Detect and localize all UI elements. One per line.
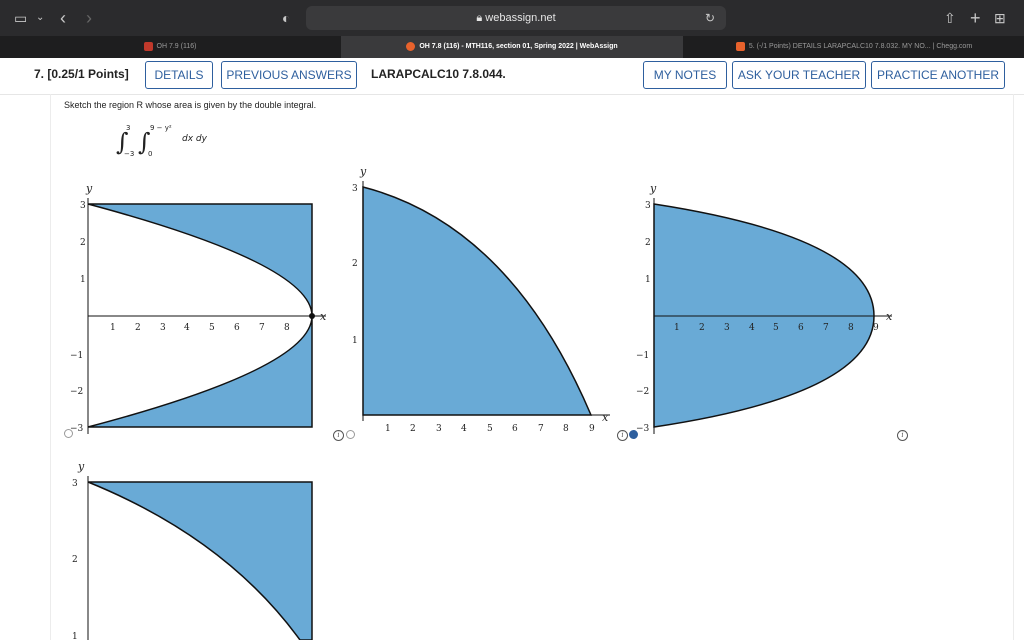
- svg-text:3: 3: [80, 201, 86, 211]
- svg-text:7: 7: [823, 323, 829, 333]
- svg-text:7: 7: [538, 424, 544, 434]
- svg-text:y: y: [649, 182, 657, 195]
- back-icon[interactable]: ‹: [60, 0, 66, 36]
- svg-text:1: 1: [110, 323, 116, 333]
- tab-chegg[interactable]: 5. (-/1 Points) DETAILS LARAPCALC10 7.8.…: [684, 36, 1024, 58]
- svg-text:1: 1: [645, 275, 651, 285]
- reload-icon[interactable]: ↻: [705, 0, 715, 36]
- svg-text:2: 2: [645, 238, 651, 248]
- question-id: LARAPCALC10 7.8.044.: [371, 67, 506, 81]
- svg-text:4: 4: [184, 323, 190, 333]
- svg-text:9: 9: [873, 323, 879, 333]
- address-text: webassign.net: [485, 12, 556, 24]
- svg-text:x: x: [886, 310, 893, 323]
- svg-text:3: 3: [645, 201, 651, 211]
- svg-text:6: 6: [798, 323, 804, 333]
- svg-text:−2: −2: [70, 387, 83, 397]
- svg-text:−1: −1: [636, 351, 649, 361]
- svg-text:5: 5: [487, 424, 493, 434]
- tab-label: 5. (-/1 Points) DETAILS LARAPCALC10 7.8.…: [748, 43, 973, 50]
- favicon-icon: [406, 41, 416, 51]
- graph-option-1[interactable]: y x 1 2 3 4 5 6 7 8 3 2 1 −1 −2 −3: [66, 178, 328, 434]
- lock-icon: 🔒︎: [476, 12, 483, 24]
- favicon-icon: [143, 41, 153, 51]
- svg-text:3: 3: [352, 184, 358, 194]
- svg-text:y: y: [359, 165, 367, 178]
- svg-text:3: 3: [160, 323, 166, 333]
- practice-another-button[interactable]: PRACTICE ANOTHER: [871, 61, 1005, 89]
- svg-text:1: 1: [72, 632, 78, 640]
- info-icon[interactable]: i: [897, 430, 908, 441]
- svg-text:2: 2: [72, 555, 78, 565]
- info-icon[interactable]: i: [617, 430, 628, 441]
- svg-text:4: 4: [461, 424, 467, 434]
- tab-oh78[interactable]: OH 7.8 (116) - MTH116, section 01, Sprin…: [341, 36, 683, 58]
- sidebar-icon[interactable]: ▭: [14, 0, 27, 36]
- question-number: 7. [0.25/1 Points]: [34, 67, 129, 81]
- svg-text:3: 3: [436, 424, 442, 434]
- svg-text:9: 9: [589, 424, 595, 434]
- chevron-down-icon[interactable]: ⌄: [36, 0, 44, 36]
- svg-text:1: 1: [385, 424, 391, 434]
- svg-text:x: x: [602, 411, 609, 424]
- question-header: 7. [0.25/1 Points] DETAILS PREVIOUS ANSW…: [0, 58, 1024, 95]
- svg-text:dx dy: dx dy: [182, 134, 208, 144]
- svg-text:8: 8: [848, 323, 854, 333]
- new-tab-icon[interactable]: +: [970, 0, 981, 36]
- svg-text:2: 2: [699, 323, 705, 333]
- my-notes-button[interactable]: MY NOTES: [643, 61, 727, 89]
- svg-text:1: 1: [352, 336, 358, 346]
- tab-label: OH 7.8 (116) - MTH116, section 01, Sprin…: [419, 43, 618, 50]
- svg-text:6: 6: [512, 424, 518, 434]
- svg-text:8: 8: [563, 424, 569, 434]
- share-icon[interactable]: ⇧: [944, 0, 956, 36]
- ask-your-teacher-button[interactable]: ASK YOUR TEACHER: [732, 61, 866, 89]
- svg-text:2: 2: [352, 259, 358, 269]
- svg-text:2: 2: [410, 424, 416, 434]
- svg-text:3: 3: [724, 323, 730, 333]
- browser-toolbar: ▭ ⌄ ‹ › ◐ 🔒︎ webassign.net ↻ ⇧ + ⊞: [0, 0, 1024, 36]
- details-button[interactable]: DETAILS: [145, 61, 213, 89]
- question-prompt: Sketch the region R whose area is given …: [64, 100, 317, 110]
- svg-text:7: 7: [259, 323, 265, 333]
- svg-text:y: y: [85, 182, 93, 195]
- svg-text:6: 6: [234, 323, 240, 333]
- favicon-icon: [735, 41, 745, 51]
- shield-icon[interactable]: ◐: [282, 0, 290, 36]
- svg-text:y: y: [77, 460, 85, 473]
- svg-text:5: 5: [209, 323, 215, 333]
- tab-oh79[interactable]: OH 7.9 (116): [0, 36, 340, 58]
- svg-text:−1: −1: [70, 351, 83, 361]
- svg-text:1: 1: [80, 275, 86, 285]
- svg-text:x: x: [320, 310, 327, 323]
- svg-text:3: 3: [72, 479, 78, 489]
- graph-option-3[interactable]: y x 1 2 3 4 5 6 7 8 9 3 2 1 −1 −2 −3: [628, 178, 898, 434]
- radio-option-1[interactable]: [64, 429, 73, 438]
- forward-icon[interactable]: ›: [86, 0, 92, 36]
- graph-option-4[interactable]: y 3 2 1: [66, 458, 328, 640]
- svg-text:2: 2: [135, 323, 141, 333]
- svg-text:−2: −2: [636, 387, 649, 397]
- double-integral: ∫ 3 −3 ∫ 9 − y² 0 dx dy: [116, 124, 208, 158]
- previous-answers-button[interactable]: PREVIOUS ANSWERS: [221, 61, 357, 89]
- svg-text:1: 1: [674, 323, 680, 333]
- graph-option-2[interactable]: y x 3 2 1 1 2 3 4 5 6 7 8 9: [340, 165, 620, 435]
- svg-text:5: 5: [773, 323, 779, 333]
- tab-bar: OH 7.9 (116) OH 7.8 (116) - MTH116, sect…: [0, 36, 1024, 58]
- svg-text:2: 2: [80, 238, 86, 248]
- tab-overview-icon[interactable]: ⊞: [994, 0, 1006, 36]
- svg-text:3: 3: [126, 124, 130, 132]
- svg-text:−3: −3: [636, 424, 650, 434]
- svg-text:8: 8: [284, 323, 290, 333]
- svg-text:4: 4: [749, 323, 755, 333]
- svg-text:−3: −3: [124, 150, 134, 158]
- address-bar[interactable]: 🔒︎ webassign.net: [306, 6, 726, 30]
- svg-text:0: 0: [148, 150, 152, 158]
- svg-text:9 − y²: 9 − y²: [150, 124, 172, 132]
- tab-label: OH 7.9 (116): [156, 43, 197, 50]
